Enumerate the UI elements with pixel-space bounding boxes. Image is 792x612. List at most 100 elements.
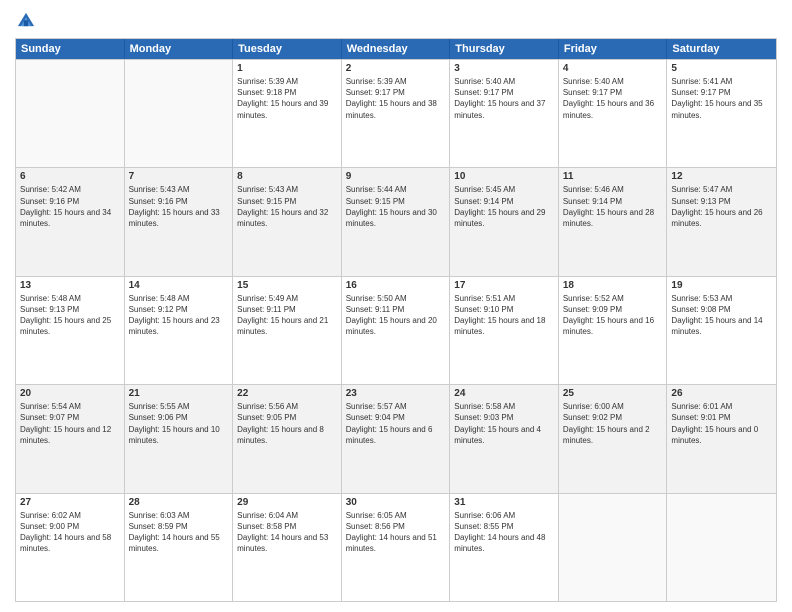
calendar-cell: 5 Sunrise: 5:41 AMSunset: 9:17 PMDaylight… — [667, 60, 776, 167]
calendar-week: 20 Sunrise: 5:54 AMSunset: 9:07 PMDayligh… — [16, 384, 776, 492]
calendar-cell: 18 Sunrise: 5:52 AMSunset: 9:09 PMDayligh… — [559, 277, 668, 384]
weekday-header: Monday — [125, 39, 234, 59]
day-number: 11 — [563, 171, 663, 182]
day-number: 8 — [237, 171, 337, 182]
calendar-cell: 30Sunrise: 6:05 AMSunset: 8:56 PMDayligh… — [342, 494, 451, 601]
day-number: 6 — [20, 171, 120, 182]
logo — [15, 10, 41, 32]
weekday-header: Saturday — [667, 39, 776, 59]
day-info: Sunrise: 5:43 AMSunset: 9:16 PMDaylight:… — [129, 184, 229, 229]
calendar-cell: 16Sunrise: 5:50 AMSunset: 9:11 PMDayligh… — [342, 277, 451, 384]
calendar-cell: 7 Sunrise: 5:43 AMSunset: 9:16 PMDaylight… — [125, 168, 234, 275]
calendar-cell: 17 Sunrise: 5:51 AMSunset: 9:10 PMDayligh… — [450, 277, 559, 384]
day-number: 19 — [671, 280, 772, 291]
header — [15, 10, 777, 32]
calendar-week: 1 Sunrise: 5:39 AMSunset: 9:18 PMDaylight… — [16, 59, 776, 167]
calendar-cell: 29Sunrise: 6:04 AMSunset: 8:58 PMDayligh… — [233, 494, 342, 601]
calendar-cell: 28 Sunrise: 6:03 AMSunset: 8:59 PMDayligh… — [125, 494, 234, 601]
day-info: Sunrise: 5:48 AMSunset: 9:12 PMDaylight:… — [129, 293, 229, 338]
calendar-cell: 11 Sunrise: 5:46 AMSunset: 9:14 PMDayligh… — [559, 168, 668, 275]
day-number: 23 — [346, 388, 446, 399]
calendar-cell: 31Sunrise: 6:06 AMSunset: 8:55 PMDayligh… — [450, 494, 559, 601]
day-info: Sunrise: 5:56 AMSunset: 9:05 PMDaylight:… — [237, 401, 337, 446]
calendar-week: 13 Sunrise: 5:48 AMSunset: 9:13 PMDayligh… — [16, 276, 776, 384]
page: SundayMondayTuesdayWednesdayThursdayFrid… — [0, 0, 792, 612]
day-number: 3 — [454, 63, 554, 74]
day-info: Sunrise: 5:48 AMSunset: 9:13 PMDaylight:… — [20, 293, 120, 338]
day-number: 28 — [129, 497, 229, 508]
day-number: 14 — [129, 280, 229, 291]
day-info: Sunrise: 5:44 AMSunset: 9:15 PMDaylight:… — [346, 184, 446, 229]
weekday-header: Sunday — [16, 39, 125, 59]
calendar-cell: 21 Sunrise: 5:55 AMSunset: 9:06 PMDayligh… — [125, 385, 234, 492]
calendar-cell: 26 Sunrise: 6:01 AMSunset: 9:01 PMDayligh… — [667, 385, 776, 492]
day-info: Sunrise: 5:39 AMSunset: 9:17 PMDaylight:… — [346, 76, 446, 121]
calendar-cell: 1 Sunrise: 5:39 AMSunset: 9:18 PMDaylight… — [233, 60, 342, 167]
day-number: 29 — [237, 497, 337, 508]
day-info: Sunrise: 5:55 AMSunset: 9:06 PMDaylight:… — [129, 401, 229, 446]
day-info: Sunrise: 5:45 AMSunset: 9:14 PMDaylight:… — [454, 184, 554, 229]
calendar-week: 27 Sunrise: 6:02 AMSunset: 9:00 PMDayligh… — [16, 493, 776, 601]
day-info: Sunrise: 6:00 AMSunset: 9:02 PMDaylight:… — [563, 401, 663, 446]
calendar-cell: 2 Sunrise: 5:39 AMSunset: 9:17 PMDaylight… — [342, 60, 451, 167]
calendar-cell — [667, 494, 776, 601]
calendar-cell: 10Sunrise: 5:45 AMSunset: 9:14 PMDayligh… — [450, 168, 559, 275]
day-number: 13 — [20, 280, 120, 291]
calendar-cell — [559, 494, 668, 601]
day-info: Sunrise: 6:03 AMSunset: 8:59 PMDaylight:… — [129, 510, 229, 555]
weekday-header: Friday — [559, 39, 668, 59]
day-info: Sunrise: 6:02 AMSunset: 9:00 PMDaylight:… — [20, 510, 120, 555]
day-info: Sunrise: 5:40 AMSunset: 9:17 PMDaylight:… — [454, 76, 554, 121]
day-number: 27 — [20, 497, 120, 508]
calendar-cell: 4Sunrise: 5:40 AMSunset: 9:17 PMDaylight… — [559, 60, 668, 167]
calendar-cell: 15 Sunrise: 5:49 AMSunset: 9:11 PMDayligh… — [233, 277, 342, 384]
calendar-cell: 9 Sunrise: 5:44 AMSunset: 9:15 PMDaylight… — [342, 168, 451, 275]
calendar-cell: 3 Sunrise: 5:40 AMSunset: 9:17 PMDaylight… — [450, 60, 559, 167]
logo-icon — [15, 10, 37, 32]
day-number: 24 — [454, 388, 554, 399]
calendar-cell — [125, 60, 234, 167]
day-info: Sunrise: 5:46 AMSunset: 9:14 PMDaylight:… — [563, 184, 663, 229]
calendar-cell: 12 Sunrise: 5:47 AMSunset: 9:13 PMDayligh… — [667, 168, 776, 275]
day-info: Sunrise: 5:52 AMSunset: 9:09 PMDaylight:… — [563, 293, 663, 338]
day-number: 20 — [20, 388, 120, 399]
day-number: 17 — [454, 280, 554, 291]
day-number: 12 — [671, 171, 772, 182]
calendar-week: 6 Sunrise: 5:42 AMSunset: 9:16 PMDaylight… — [16, 167, 776, 275]
day-info: Sunrise: 6:06 AMSunset: 8:55 PMDaylight:… — [454, 510, 554, 555]
calendar-cell: 19Sunrise: 5:53 AMSunset: 9:08 PMDayligh… — [667, 277, 776, 384]
calendar-body: 1 Sunrise: 5:39 AMSunset: 9:18 PMDaylight… — [16, 59, 776, 601]
day-info: Sunrise: 5:43 AMSunset: 9:15 PMDaylight:… — [237, 184, 337, 229]
calendar-cell: 22Sunrise: 5:56 AMSunset: 9:05 PMDayligh… — [233, 385, 342, 492]
day-info: Sunrise: 5:47 AMSunset: 9:13 PMDaylight:… — [671, 184, 772, 229]
day-info: Sunrise: 5:58 AMSunset: 9:03 PMDaylight:… — [454, 401, 554, 446]
day-number: 7 — [129, 171, 229, 182]
calendar-cell: 13 Sunrise: 5:48 AMSunset: 9:13 PMDayligh… — [16, 277, 125, 384]
day-number: 15 — [237, 280, 337, 291]
day-number: 5 — [671, 63, 772, 74]
day-number: 2 — [346, 63, 446, 74]
day-number: 4 — [563, 63, 663, 74]
day-info: Sunrise: 6:01 AMSunset: 9:01 PMDaylight:… — [671, 401, 772, 446]
calendar: SundayMondayTuesdayWednesdayThursdayFrid… — [15, 38, 777, 602]
day-info: Sunrise: 5:42 AMSunset: 9:16 PMDaylight:… — [20, 184, 120, 229]
calendar-header: SundayMondayTuesdayWednesdayThursdayFrid… — [16, 39, 776, 59]
weekday-header: Thursday — [450, 39, 559, 59]
day-info: Sunrise: 5:51 AMSunset: 9:10 PMDaylight:… — [454, 293, 554, 338]
day-number: 26 — [671, 388, 772, 399]
calendar-cell: 14 Sunrise: 5:48 AMSunset: 9:12 PMDayligh… — [125, 277, 234, 384]
weekday-header: Tuesday — [233, 39, 342, 59]
calendar-cell: 8 Sunrise: 5:43 AMSunset: 9:15 PMDaylight… — [233, 168, 342, 275]
day-number: 30 — [346, 497, 446, 508]
calendar-cell: 24 Sunrise: 5:58 AMSunset: 9:03 PMDayligh… — [450, 385, 559, 492]
day-number: 1 — [237, 63, 337, 74]
calendar-cell: 20 Sunrise: 5:54 AMSunset: 9:07 PMDayligh… — [16, 385, 125, 492]
day-number: 9 — [346, 171, 446, 182]
day-info: Sunrise: 5:41 AMSunset: 9:17 PMDaylight:… — [671, 76, 772, 121]
day-info: Sunrise: 5:57 AMSunset: 9:04 PMDaylight:… — [346, 401, 446, 446]
day-info: Sunrise: 5:54 AMSunset: 9:07 PMDaylight:… — [20, 401, 120, 446]
day-info: Sunrise: 5:49 AMSunset: 9:11 PMDaylight:… — [237, 293, 337, 338]
day-info: Sunrise: 5:39 AMSunset: 9:18 PMDaylight:… — [237, 76, 337, 121]
day-number: 18 — [563, 280, 663, 291]
day-number: 21 — [129, 388, 229, 399]
